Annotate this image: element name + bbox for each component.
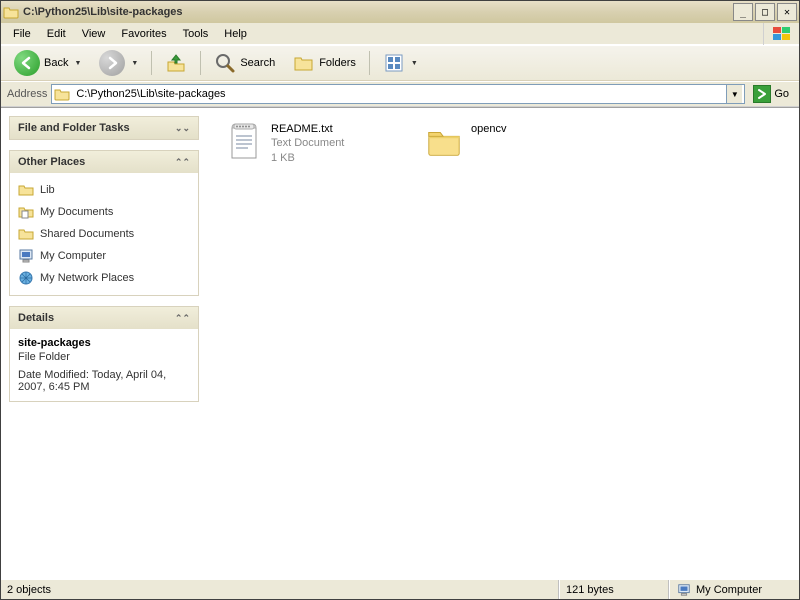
- windows-flag-icon: [763, 23, 799, 45]
- chevron-down-icon: ▼: [74, 60, 81, 67]
- address-box[interactable]: ▼: [51, 84, 745, 104]
- file-size: 1 KB: [271, 151, 344, 165]
- network-icon: [18, 270, 34, 286]
- details-type: File Folder: [18, 351, 190, 363]
- sidebar-item-lib[interactable]: Lib: [16, 179, 192, 201]
- details-modified: Date Modified: Today, April 04, 2007, 6:…: [18, 369, 190, 393]
- folder-icon: [18, 226, 34, 242]
- menu-view[interactable]: View: [74, 26, 114, 42]
- sidebar-item-network[interactable]: My Network Places: [16, 267, 192, 289]
- other-places-body: Lib My Documents Shared Documents My Com…: [10, 173, 198, 295]
- address-dropdown[interactable]: ▼: [726, 85, 742, 103]
- status-location: My Computer: [669, 580, 799, 599]
- views-button[interactable]: ▼: [376, 49, 425, 77]
- expand-icon: ⌄⌄: [175, 123, 190, 134]
- panel-header-details[interactable]: Details ⌃⌃: [10, 307, 198, 329]
- maximize-button[interactable]: □: [755, 3, 775, 21]
- text-document-icon: [225, 122, 263, 162]
- details-body: site-packages File Folder Date Modified:…: [10, 329, 198, 401]
- computer-icon: [676, 582, 692, 598]
- toolbar: Back ▼ ▼ Search: [1, 45, 799, 81]
- chevron-down-icon: ▼: [411, 60, 418, 67]
- sidebar-item-label: My Documents: [40, 206, 113, 218]
- sidebar-item-label: My Computer: [40, 250, 106, 262]
- folder-icon: [3, 4, 19, 20]
- back-button[interactable]: Back ▼: [7, 47, 88, 79]
- panel-title: Details: [18, 312, 54, 324]
- file-item-opencv[interactable]: opencv: [421, 118, 621, 169]
- panel-other-places: Other Places ⌃⌃ Lib My Documents Shared …: [9, 150, 199, 296]
- folder-icon: [54, 86, 70, 102]
- computer-icon: [18, 248, 34, 264]
- folder-icon: [18, 182, 34, 198]
- addressbar: Address ▼ Go: [1, 81, 799, 107]
- forward-button[interactable]: ▼: [92, 47, 145, 79]
- menu-file[interactable]: File: [5, 26, 39, 42]
- window-title: C:\Python25\Lib\site-packages: [23, 6, 731, 18]
- menu-tools[interactable]: Tools: [175, 26, 217, 42]
- file-name: opencv: [471, 122, 506, 136]
- close-button[interactable]: ✕: [777, 3, 797, 21]
- sidebar-item-label: My Network Places: [40, 272, 134, 284]
- address-label: Address: [7, 88, 47, 100]
- minimize-button[interactable]: _: [733, 3, 753, 21]
- details-name: site-packages: [18, 337, 190, 349]
- content-area[interactable]: README.txt Text Document 1 KB opencv: [207, 108, 799, 579]
- sidebar-item-label: Shared Documents: [40, 228, 134, 240]
- folder-icon: [425, 122, 463, 162]
- collapse-icon: ⌃⌃: [175, 313, 190, 324]
- folders-button[interactable]: Folders: [286, 49, 363, 77]
- main-area: File and Folder Tasks ⌄⌄ Other Places ⌃⌃…: [1, 107, 799, 579]
- sidebar-item-mydocuments[interactable]: My Documents: [16, 201, 192, 223]
- go-label: Go: [774, 88, 789, 100]
- toolbar-separator: [151, 51, 152, 75]
- address-input[interactable]: [74, 86, 722, 102]
- sidebar-item-mycomputer[interactable]: My Computer: [16, 245, 192, 267]
- menubar: File Edit View Favorites Tools Help: [1, 23, 799, 45]
- chevron-down-icon: ▼: [131, 60, 138, 67]
- status-size: 121 bytes: [559, 580, 669, 599]
- panel-title: File and Folder Tasks: [18, 122, 130, 134]
- panel-details: Details ⌃⌃ site-packages File Folder Dat…: [9, 306, 199, 402]
- menu-edit[interactable]: Edit: [39, 26, 74, 42]
- status-objects: 2 objects: [1, 580, 559, 599]
- mydocs-icon: [18, 204, 34, 220]
- collapse-icon: ⌃⌃: [175, 157, 190, 168]
- file-item-readme[interactable]: README.txt Text Document 1 KB: [221, 118, 421, 169]
- menu-favorites[interactable]: Favorites: [113, 26, 174, 42]
- panel-file-folder-tasks: File and Folder Tasks ⌄⌄: [9, 116, 199, 140]
- file-info: README.txt Text Document 1 KB: [271, 122, 344, 165]
- folders-label: Folders: [319, 57, 356, 69]
- sidebar: File and Folder Tasks ⌄⌄ Other Places ⌃⌃…: [1, 108, 207, 579]
- go-button[interactable]: Go: [749, 84, 793, 104]
- toolbar-separator: [200, 51, 201, 75]
- file-type: Text Document: [271, 136, 344, 150]
- panel-header-other-places[interactable]: Other Places ⌃⌃: [10, 151, 198, 173]
- explorer-window: C:\Python25\Lib\site-packages _ □ ✕ File…: [0, 0, 800, 600]
- toolbar-separator: [369, 51, 370, 75]
- back-label: Back: [44, 57, 68, 69]
- panel-title: Other Places: [18, 156, 85, 168]
- panel-header-file-folder-tasks[interactable]: File and Folder Tasks ⌄⌄: [10, 117, 198, 139]
- file-name: README.txt: [271, 122, 344, 136]
- statusbar: 2 objects 121 bytes My Computer: [1, 579, 799, 599]
- titlebar: C:\Python25\Lib\site-packages _ □ ✕: [1, 1, 799, 23]
- sidebar-item-shareddocs[interactable]: Shared Documents: [16, 223, 192, 245]
- sidebar-item-label: Lib: [40, 184, 55, 196]
- search-label: Search: [240, 57, 275, 69]
- up-button[interactable]: [158, 49, 194, 77]
- search-button[interactable]: Search: [207, 49, 282, 77]
- file-info: opencv: [471, 122, 506, 136]
- menu-help[interactable]: Help: [216, 26, 255, 42]
